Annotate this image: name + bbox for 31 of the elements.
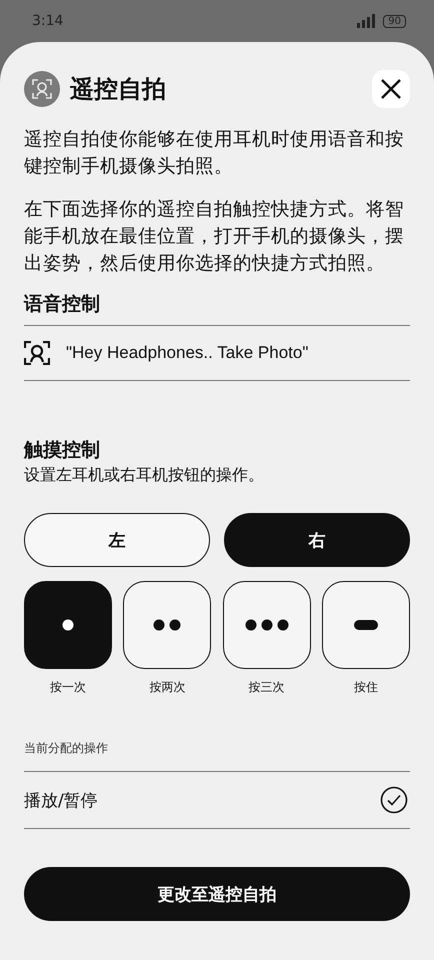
close-button[interactable]: [372, 70, 410, 108]
gesture-label: 按一次: [50, 679, 86, 696]
battery-indicator: 90: [383, 14, 406, 28]
change-button[interactable]: 更改至遥控自拍: [24, 867, 410, 921]
dots-icon: [151, 619, 184, 631]
section-caption: 当前分配的操作: [24, 740, 410, 772]
gesture-tile[interactable]: [322, 581, 410, 669]
gesture-label: 按两次: [149, 679, 186, 696]
face-scan-icon: [24, 341, 50, 365]
section-heading: 触摸控制: [24, 438, 101, 463]
signal-icon: [355, 14, 376, 28]
description-text: 在下面选择你的遥控自拍触控快捷方式。将智能手机放在最佳位置，打开手机的摄像头，摆出姿势，然后使用你选择的快捷方式拍照。: [24, 198, 405, 276]
dots-icon: [242, 619, 291, 631]
status-time: 3:14: [32, 13, 64, 29]
face-scan-icon: [24, 71, 60, 107]
gesture-label: 按三次: [248, 679, 285, 696]
assigned-action: 播放/暂停: [24, 790, 98, 812]
section-subtitle: 设置左耳机或右耳机按钮的操作。: [24, 465, 265, 486]
voice-command: "Hey Headphones.. Take Photo": [66, 343, 308, 363]
section-heading: 语音控制: [24, 291, 410, 326]
gesture-tile[interactable]: [222, 581, 311, 669]
gesture-tile[interactable]: [24, 581, 112, 669]
close-icon: [380, 78, 402, 100]
gesture-label: 按住: [354, 679, 378, 696]
side-toggle[interactable]: 右: [224, 513, 410, 567]
gesture-tile[interactable]: [123, 581, 212, 669]
dash-icon: [354, 620, 378, 630]
side-toggle[interactable]: 左: [24, 513, 210, 567]
description-text: 遥控自拍使你能够在使用耳机时使用语音和按键控制手机摄像头拍照。: [24, 128, 405, 179]
dots-icon: [60, 619, 76, 631]
sheet-title: 遥控自拍: [70, 74, 167, 105]
